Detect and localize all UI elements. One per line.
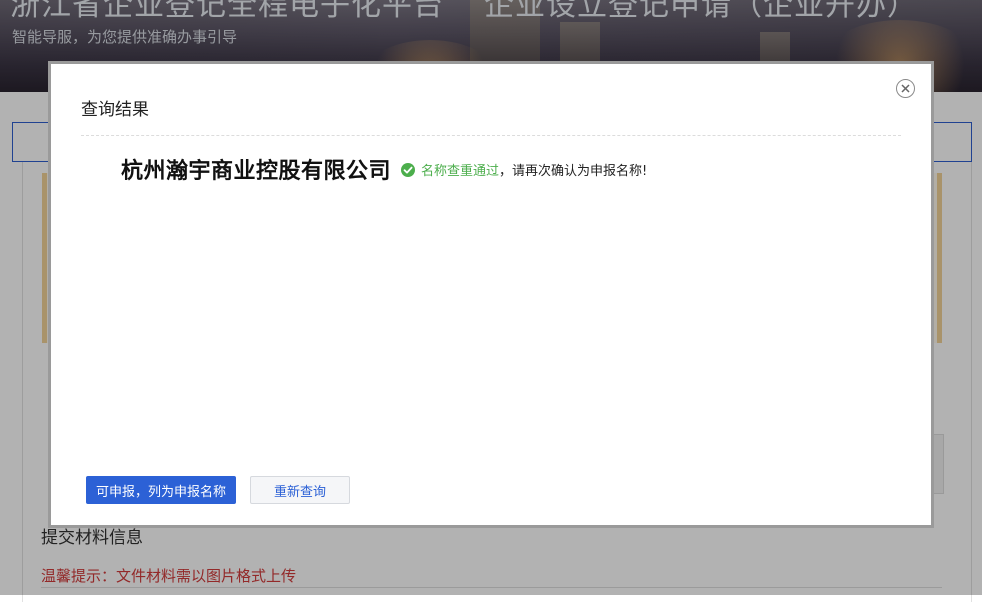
dialog-divider xyxy=(81,135,901,136)
check-note-text: ，请再次确认为申报名称! xyxy=(499,163,648,179)
dialog-title: 查询结果 xyxy=(81,100,149,120)
check-circle-icon xyxy=(401,162,416,177)
query-result-row: 杭州瀚宇商业控股有限公司 名称查重通过 ，请再次确认为申报名称! xyxy=(121,152,647,186)
requery-button[interactable]: 重新查询 xyxy=(250,476,350,504)
check-status-text: 名称查重通过 xyxy=(421,163,500,179)
query-result-dialog: 查询结果 杭州瀚宇商业控股有限公司 名称查重通过 ，请再次确认为申报名称! 可申… xyxy=(48,61,934,528)
close-icon[interactable] xyxy=(896,79,915,98)
company-name: 杭州瀚宇商业控股有限公司 xyxy=(121,159,392,184)
confirm-declare-name-button[interactable]: 可申报，列为申报名称 xyxy=(86,476,236,504)
